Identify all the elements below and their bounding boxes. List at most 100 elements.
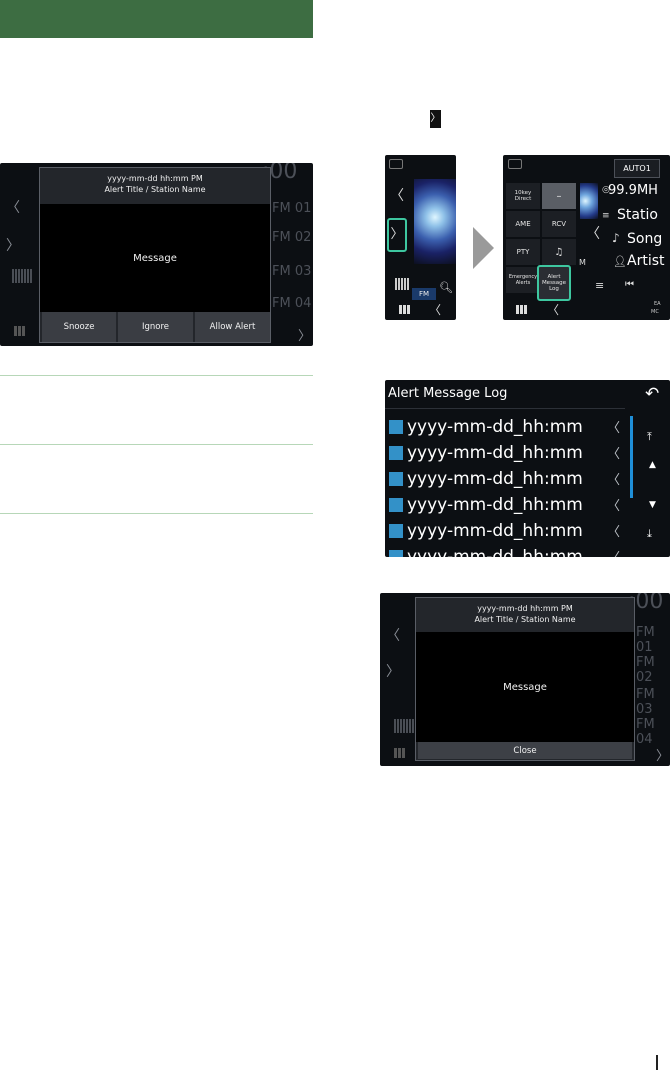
scroll-down-icon[interactable]: ▼: [649, 500, 656, 510]
divider-3: [0, 513, 313, 514]
close-button[interactable]: Close: [418, 742, 632, 759]
menu-grid-icon[interactable]: [399, 305, 411, 314]
level-meter-icon: [394, 719, 414, 733]
detail-chevron-icon[interactable]: 〈: [607, 547, 620, 557]
list-item[interactable]: yyyy-mm-dd_hh:mm〈: [385, 545, 620, 557]
page-edge-mark: [656, 1055, 658, 1070]
preset-fm03: FM 03: [272, 264, 312, 279]
scroll-bottom-icon[interactable]: ⤓: [647, 527, 652, 541]
song-text: Song: [627, 231, 663, 247]
rcv-button[interactable]: RCV: [542, 211, 576, 237]
tag-button[interactable]: ♫: [542, 239, 576, 265]
transition-arrow-icon: [473, 227, 494, 269]
search-icon[interactable]: 🔍︎: [439, 281, 453, 294]
left-chevron-icon[interactable]: 〈: [390, 185, 404, 205]
allow-alert-button[interactable]: Allow Alert: [195, 312, 270, 342]
list-item[interactable]: yyyy-mm-dd_hh:mm〈: [385, 415, 620, 441]
back-chevron-icon[interactable]: 〈: [429, 301, 441, 318]
minus-button[interactable]: –: [542, 183, 576, 209]
right-chevron-icon[interactable]: 〉: [386, 661, 400, 681]
item-icon: [389, 446, 403, 460]
level-meter-icon: [12, 269, 32, 283]
band-button[interactable]: FM: [412, 288, 436, 300]
scroll-up-icon[interactable]: ▲: [649, 460, 656, 470]
artwork-image: [414, 179, 456, 264]
detail-chevron-icon[interactable]: 〈: [607, 495, 620, 514]
item-icon: [389, 498, 403, 512]
separator: [385, 408, 625, 409]
left-chevron-icon[interactable]: 〈: [386, 625, 400, 645]
right-chevron-icon[interactable]: 〉: [6, 235, 20, 255]
section-header-bar: [0, 0, 313, 38]
list-item[interactable]: yyyy-mm-dd_hh:mm〈: [385, 493, 620, 519]
detail-chevron-icon[interactable]: 〈: [607, 469, 620, 488]
back-icon[interactable]: ↶: [645, 384, 659, 404]
list-icon[interactable]: ≡: [595, 279, 604, 292]
alert-detail-screen: :00 FM 01 FM 02 FM 03 FM 04 〈 〉 〉 yyyy-m…: [380, 593, 670, 766]
snooze-button[interactable]: Snooze: [42, 312, 116, 342]
detail-chevron-icon[interactable]: 〈: [607, 521, 620, 540]
pty-button[interactable]: PTY: [506, 239, 540, 265]
alert-log-screen: Alert Message Log ↶ yyyy-mm-dd_hh:mm 〈 yy…: [385, 380, 670, 557]
scrollbar[interactable]: [630, 416, 633, 498]
open-panel-button[interactable]: 〉: [387, 218, 407, 252]
radio-screen-right: AUTO1 10key Direct – AME RCV PTY ♫ Emerg…: [503, 155, 670, 320]
item-icon: [389, 420, 403, 434]
step-chevron-icon: 〉: [430, 110, 441, 128]
person-icon: 👤︎: [613, 255, 627, 268]
station-text: Statio: [617, 207, 658, 223]
back-chevron-icon[interactable]: 〈: [547, 301, 559, 318]
artist-text: Artist: [627, 253, 665, 269]
detail-chevron-icon[interactable]: 〈: [607, 443, 620, 462]
station-icon: ◎: [602, 185, 610, 195]
alert-message: Message: [133, 252, 177, 264]
ea-label: EA: [654, 301, 661, 307]
alert-message-log-button[interactable]: Alert Message Log: [537, 265, 571, 301]
alert-title: Alert Title / Station Name: [474, 615, 576, 624]
left-chevron-icon[interactable]: 〈: [6, 197, 20, 217]
item-icon: [389, 524, 403, 538]
alert-detail-dialog: yyyy-mm-dd hh:mm PM Alert Title / Statio…: [415, 597, 635, 761]
mc-label: MC: [651, 309, 659, 315]
collapse-chevron-icon[interactable]: 〈: [586, 223, 600, 243]
previous-icon[interactable]: ⏮︎: [625, 279, 634, 290]
preset-fm01: FM 01: [272, 201, 312, 216]
next-chevron-icon[interactable]: 〉: [298, 325, 311, 344]
divider-2: [0, 444, 313, 445]
source-icon: [508, 159, 522, 169]
menu-grid-icon[interactable]: [516, 305, 528, 314]
preset-fm04: FM 04: [272, 296, 312, 311]
scroll-top-icon[interactable]: ⤒: [647, 430, 652, 444]
list-item[interactable]: yyyy-mm-dd_hh:mm〈: [385, 441, 620, 467]
divider-1: [0, 375, 313, 376]
alert-message-area: Message: [416, 632, 634, 742]
source-icon: [389, 159, 403, 169]
menu-grid-icon[interactable]: [394, 748, 406, 758]
alert-datetime: yyyy-mm-dd hh:mm PM: [477, 604, 573, 613]
auto1-button[interactable]: AUTO1: [614, 159, 660, 178]
alert-title: Alert Title / Station Name: [104, 185, 206, 194]
10key-direct-button[interactable]: 10key Direct: [506, 183, 540, 209]
alert-message: Message: [503, 681, 547, 693]
level-meter-icon: [395, 278, 409, 290]
list-item[interactable]: yyyy-mm-dd_hh:mm〈: [385, 519, 620, 545]
item-icon: [389, 472, 403, 486]
preset-fm02: FM 02: [272, 230, 312, 245]
artwork-image: [580, 183, 598, 219]
radio-screen-left: 〈 〉 FM 🔍︎ 〈: [385, 155, 456, 320]
menu-grid-icon[interactable]: [14, 326, 26, 336]
alert-dialog-screen: :00 FM 01 FM 02 FM 03 FM 04 〈 〉 〉 yyyy-m…: [0, 163, 313, 346]
emergency-alerts-button[interactable]: Emergency Alerts: [506, 267, 540, 293]
alert-datetime: yyyy-mm-dd hh:mm PM: [107, 174, 203, 183]
preset-fm01: FM 01: [636, 625, 655, 655]
ame-button[interactable]: AME: [506, 211, 540, 237]
detail-chevron-icon[interactable]: 〈: [607, 417, 620, 436]
ignore-button[interactable]: Ignore: [118, 312, 193, 342]
list-item[interactable]: yyyy-mm-dd_hh:mm〈: [385, 467, 620, 493]
preset-fm04: FM 04: [636, 717, 655, 747]
next-chevron-icon[interactable]: 〉: [656, 745, 669, 764]
alert-message-area: Message: [40, 204, 270, 312]
music-note-icon: ♪: [612, 231, 620, 245]
frequency-text: 99.9MH: [608, 183, 658, 198]
alert-dialog: yyyy-mm-dd hh:mm PM Alert Title / Statio…: [39, 167, 271, 343]
